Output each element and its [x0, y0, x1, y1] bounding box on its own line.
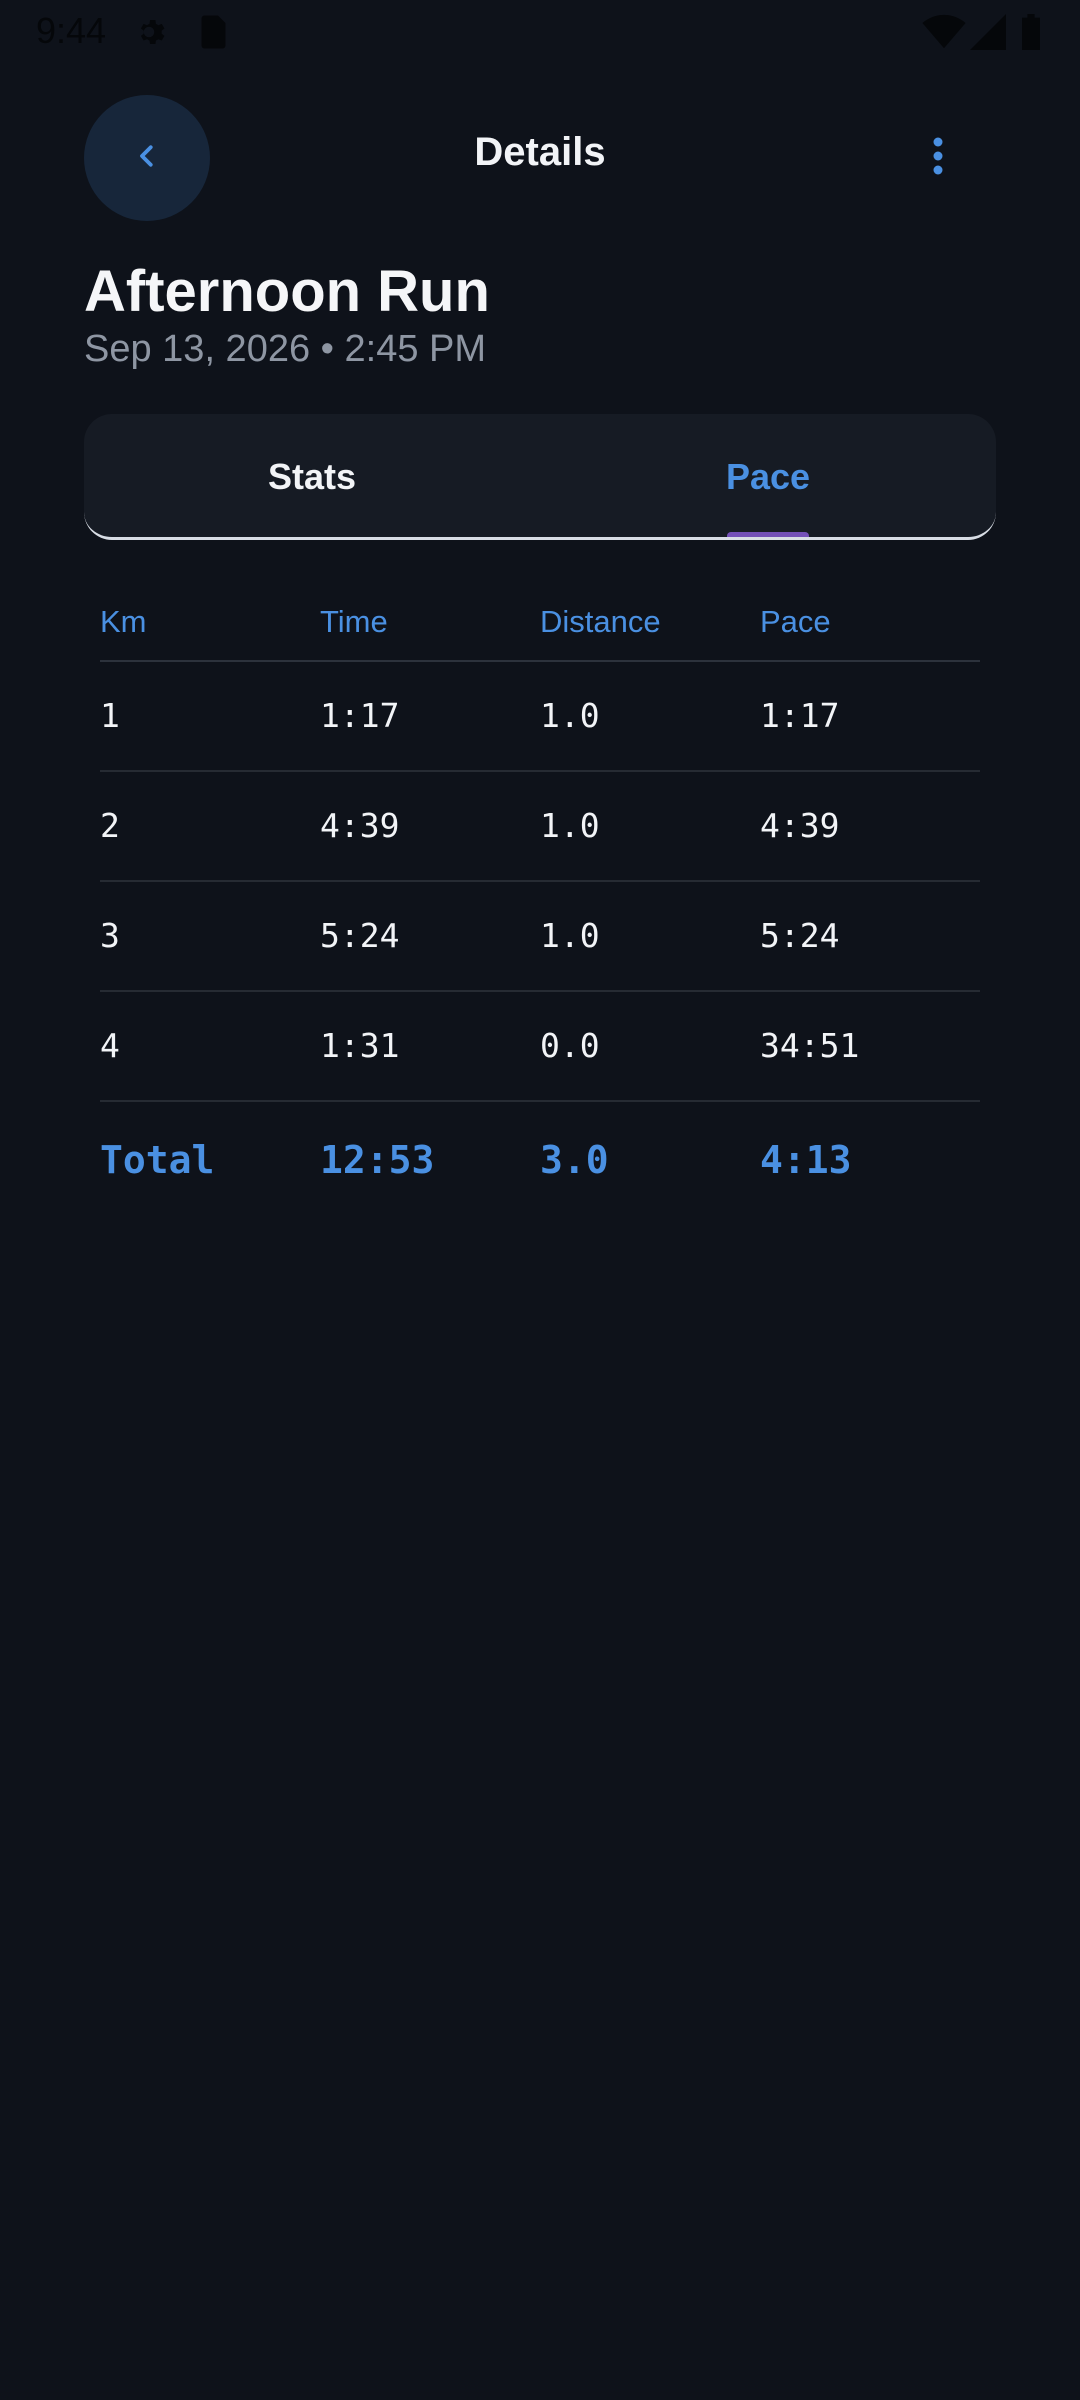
pace-table: Km Time Distance Pace 1 1:17 1.0 1:17 2 … [100, 582, 980, 1218]
status-bar: 9:44 [0, 0, 1080, 64]
table-row: 1 1:17 1.0 1:17 [100, 662, 980, 772]
total-label: Total [100, 1138, 215, 1182]
cell-pace: 4:39 [760, 806, 840, 845]
cell-time: 1:17 [320, 696, 400, 735]
table-row: 4 1:31 0.0 34:51 [100, 992, 980, 1102]
cell-pace: 1:17 [760, 696, 840, 735]
battery-icon [1020, 14, 1042, 55]
table-row: 3 5:24 1.0 5:24 [100, 882, 980, 992]
activity-title: Afternoon Run [84, 259, 490, 324]
more-options-button[interactable] [900, 124, 976, 192]
cell-time: 1:31 [320, 1026, 400, 1065]
cell-km: 4 [100, 1026, 120, 1065]
cell-distance: 1.0 [540, 696, 600, 735]
tab-pace[interactable]: Pace [540, 414, 996, 537]
cell-time: 5:24 [320, 916, 400, 955]
gear-icon [134, 14, 170, 55]
cell-pace: 5:24 [760, 916, 840, 955]
total-distance: 3.0 [540, 1138, 609, 1182]
column-header-distance: Distance [540, 604, 661, 639]
active-tab-indicator [727, 532, 809, 537]
cell-km: 2 [100, 806, 120, 845]
signal-icon [970, 14, 1006, 55]
tab-stats[interactable]: Stats [84, 414, 540, 537]
wifi-icon [922, 14, 966, 55]
more-vertical-icon [932, 136, 944, 181]
table-row: 2 4:39 1.0 4:39 [100, 772, 980, 882]
column-header-time: Time [320, 604, 388, 639]
cell-distance: 0.0 [540, 1026, 600, 1065]
activity-date: Sep 13, 2026 • 2:45 PM [84, 328, 487, 370]
table-header: Km Time Distance Pace [100, 582, 980, 662]
column-header-km: Km [100, 604, 147, 639]
cell-distance: 1.0 [540, 806, 600, 845]
cell-pace: 34:51 [760, 1026, 860, 1065]
cell-distance: 1.0 [540, 916, 600, 955]
column-header-pace: Pace [760, 604, 831, 639]
tab-bar: Stats Pace [84, 414, 996, 540]
total-time: 12:53 [320, 1138, 435, 1182]
status-time: 9:44 [36, 10, 107, 51]
total-row: Total 12:53 3.0 4:13 [100, 1102, 980, 1218]
cell-km: 3 [100, 916, 120, 955]
cell-time: 4:39 [320, 806, 400, 845]
cell-km: 1 [100, 696, 120, 735]
total-pace: 4:13 [760, 1138, 852, 1182]
sim-card-icon [196, 14, 228, 55]
